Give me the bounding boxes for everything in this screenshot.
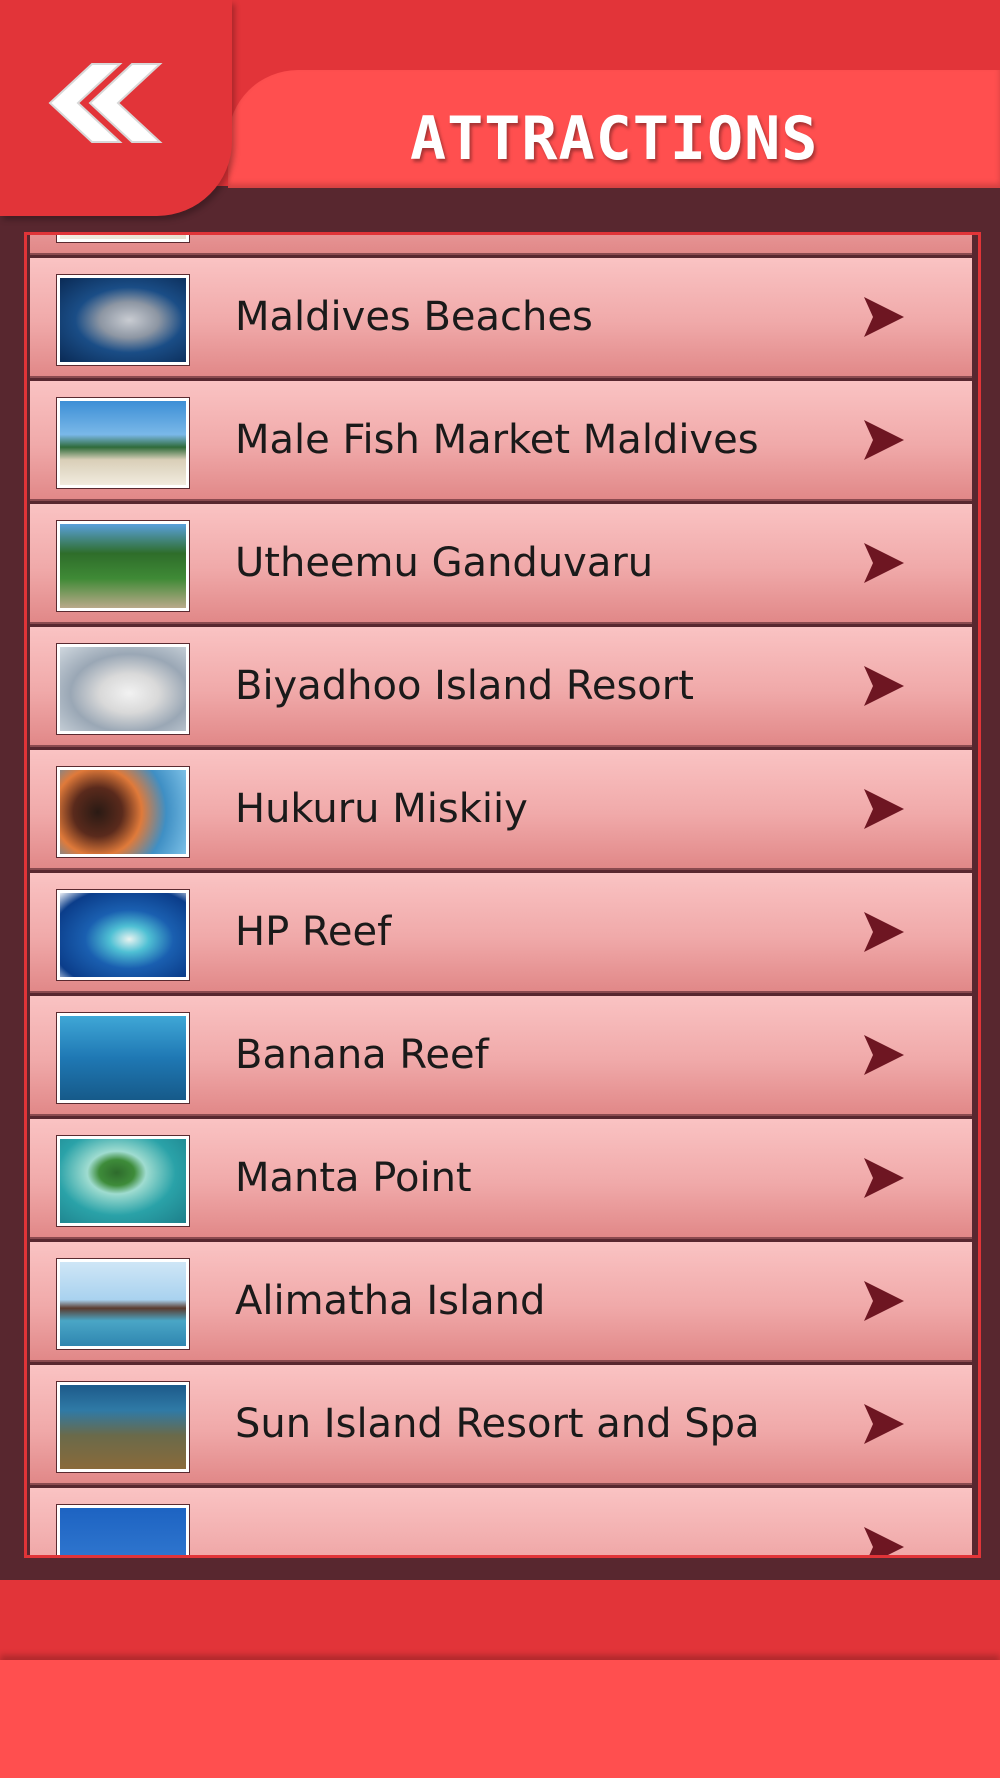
arrow-right-icon: [864, 1281, 904, 1321]
arrow-right-icon: [864, 1035, 904, 1075]
list-item[interactable]: Banana Reef: [30, 996, 972, 1116]
thumbnail-image: [56, 1258, 190, 1350]
arrow-right-icon: [864, 543, 904, 583]
footer: [0, 1580, 1000, 1660]
list-item[interactable]: HP Reef: [30, 873, 972, 993]
double-chevron-left-icon: [48, 63, 163, 143]
thumbnail-image: [56, 1135, 190, 1227]
arrow-right-icon: [864, 1527, 904, 1555]
list-item[interactable]: Manta Point: [30, 1119, 972, 1239]
list-item-label: Utheemu Ganduvaru: [235, 540, 654, 586]
thumbnail-image: [56, 274, 190, 366]
thumbnail-image: [56, 520, 190, 612]
list-item[interactable]: Utheemu Ganduvaru: [30, 504, 972, 624]
arrow-right-icon: [864, 912, 904, 952]
thumbnail-image: [56, 643, 190, 735]
arrow-right-icon: [864, 420, 904, 460]
thumbnail-image: [56, 1381, 190, 1473]
list-item[interactable]: Jumhooree Maidan: [30, 235, 972, 255]
attractions-list[interactable]: Jumhooree Maidan Maldives Beaches Male F…: [24, 232, 981, 1558]
list-item[interactable]: Hukuru Miskiiy: [30, 750, 972, 870]
list-item-label: Manta Point: [235, 1155, 472, 1201]
arrow-right-icon: [864, 1404, 904, 1444]
list-item[interactable]: Biyadhoo Island Resort: [30, 627, 972, 747]
list-item-label: Biyadhoo Island Resort: [235, 663, 694, 709]
footer-bar: [0, 1660, 1000, 1778]
thumbnail-image: [56, 889, 190, 981]
arrow-right-icon: [864, 789, 904, 829]
list-item-label: Male Fish Market Maldives: [235, 417, 759, 463]
list-item[interactable]: Alimatha Island: [30, 1242, 972, 1362]
list-item-label: Alimatha Island: [235, 1278, 546, 1324]
arrow-right-icon: [864, 1158, 904, 1198]
page-title: ATTRACTIONS: [410, 104, 819, 174]
list-item-label: Jumhooree Maidan: [235, 235, 608, 253]
list-item-label: Banana Reef: [235, 1032, 489, 1078]
back-button[interactable]: [40, 58, 170, 148]
list-item-label: Sun Island Resort and Spa: [235, 1401, 760, 1447]
list-item-label: Hukuru Miskiiy: [235, 786, 528, 832]
thumbnail-image: [56, 766, 190, 858]
list-item-label: HP Reef: [235, 909, 392, 955]
list-item-label: Maldives Beaches: [235, 294, 593, 340]
arrow-right-icon: [864, 666, 904, 706]
thumbnail-image: [56, 235, 190, 243]
thumbnail-image: [56, 397, 190, 489]
thumbnail-image: [56, 1504, 190, 1555]
list-item[interactable]: Male Fish Market Maldives: [30, 381, 972, 501]
thumbnail-image: [56, 1012, 190, 1104]
list-item[interactable]: [30, 1488, 972, 1555]
list-item[interactable]: Sun Island Resort and Spa: [30, 1365, 972, 1485]
list-item[interactable]: Maldives Beaches: [30, 258, 972, 378]
arrow-right-icon: [864, 297, 904, 337]
